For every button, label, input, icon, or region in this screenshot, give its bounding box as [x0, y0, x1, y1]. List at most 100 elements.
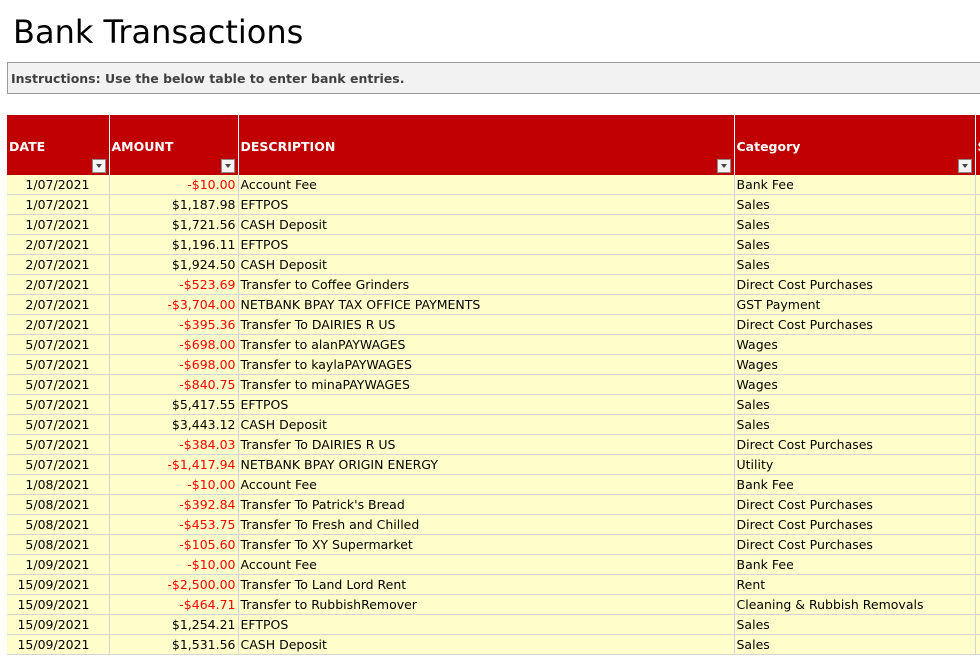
amount-cell[interactable]: $1,924.50 — [109, 254, 239, 275]
date-cell[interactable]: 5/07/2021 — [7, 394, 110, 415]
description-cell[interactable]: Transfer To DAIRIES R US — [238, 314, 735, 335]
date-cell[interactable]: 15/09/2021 — [7, 614, 110, 635]
description-cell[interactable]: Account Fee — [238, 175, 735, 195]
description-cell[interactable]: Transfer To Land Lord Rent — [238, 574, 735, 595]
amount-cell[interactable]: -$698.00 — [109, 334, 239, 355]
amount-cell[interactable]: -$523.69 — [109, 274, 239, 295]
extra-cell[interactable] — [975, 574, 980, 595]
description-cell[interactable]: EFTPOS — [238, 234, 735, 255]
extra-cell[interactable] — [975, 554, 980, 575]
amount-cell[interactable]: -$105.60 — [109, 534, 239, 555]
amount-cell[interactable]: $1,187.98 — [109, 194, 239, 215]
amount-cell[interactable]: -$392.84 — [109, 494, 239, 515]
extra-cell[interactable] — [975, 434, 980, 455]
description-cell[interactable]: CASH Deposit — [238, 634, 735, 655]
amount-cell[interactable]: -$10.00 — [109, 175, 239, 195]
description-cell[interactable]: NETBANK BPAY TAX OFFICE PAYMENTS — [238, 294, 735, 315]
extra-cell[interactable] — [975, 274, 980, 295]
amount-cell[interactable]: -$840.75 — [109, 374, 239, 395]
amount-cell[interactable]: $1,531.56 — [109, 634, 239, 655]
extra-cell[interactable] — [975, 254, 980, 275]
date-cell[interactable]: 2/07/2021 — [7, 294, 110, 315]
amount-cell[interactable]: -$395.36 — [109, 314, 239, 335]
extra-cell[interactable] — [975, 234, 980, 255]
date-cell[interactable]: 5/07/2021 — [7, 454, 110, 475]
extra-cell[interactable] — [975, 474, 980, 495]
description-cell[interactable]: Transfer to kaylaPAYWAGES — [238, 354, 735, 375]
date-cell[interactable]: 5/08/2021 — [7, 534, 110, 555]
filter-dropdown-icon[interactable] — [220, 159, 235, 173]
amount-cell[interactable]: -$10.00 — [109, 554, 239, 575]
category-cell[interactable]: Cleaning & Rubbish Removals — [734, 594, 976, 615]
filter-dropdown-icon[interactable] — [91, 159, 106, 173]
category-cell[interactable]: Bank Fee — [734, 175, 976, 195]
category-cell[interactable]: Direct Cost Purchases — [734, 494, 976, 515]
description-cell[interactable]: Transfer to RubbishRemover — [238, 594, 735, 615]
amount-cell[interactable]: -$2,500.00 — [109, 574, 239, 595]
extra-cell[interactable] — [975, 494, 980, 515]
date-cell[interactable]: 5/07/2021 — [7, 354, 110, 375]
category-cell[interactable]: Wages — [734, 334, 976, 355]
category-cell[interactable]: Direct Cost Purchases — [734, 514, 976, 535]
date-cell[interactable]: 2/07/2021 — [7, 234, 110, 255]
category-cell[interactable]: Sales — [734, 194, 976, 215]
extra-cell[interactable] — [975, 454, 980, 475]
extra-cell[interactable] — [975, 214, 980, 235]
description-cell[interactable]: EFTPOS — [238, 614, 735, 635]
description-cell[interactable]: Transfer To DAIRIES R US — [238, 434, 735, 455]
amount-cell[interactable]: -$464.71 — [109, 594, 239, 615]
description-cell[interactable]: Transfer to alanPAYWAGES — [238, 334, 735, 355]
date-cell[interactable]: 2/07/2021 — [7, 254, 110, 275]
amount-cell[interactable]: $5,417.55 — [109, 394, 239, 415]
date-cell[interactable]: 15/09/2021 — [7, 634, 110, 655]
date-cell[interactable]: 5/07/2021 — [7, 374, 110, 395]
category-cell[interactable]: Bank Fee — [734, 554, 976, 575]
date-cell[interactable]: 5/07/2021 — [7, 434, 110, 455]
amount-cell[interactable]: -$453.75 — [109, 514, 239, 535]
filter-dropdown-icon[interactable] — [957, 159, 972, 173]
amount-cell[interactable]: $1,196.11 — [109, 234, 239, 255]
date-cell[interactable]: 5/08/2021 — [7, 514, 110, 535]
extra-cell[interactable] — [975, 534, 980, 555]
description-cell[interactable]: Account Fee — [238, 474, 735, 495]
extra-cell[interactable] — [975, 374, 980, 395]
amount-cell[interactable]: -$384.03 — [109, 434, 239, 455]
filter-dropdown-icon[interactable] — [716, 159, 731, 173]
extra-cell[interactable] — [975, 394, 980, 415]
description-cell[interactable]: Transfer To XY Supermarket — [238, 534, 735, 555]
extra-cell[interactable] — [975, 414, 980, 435]
date-cell[interactable]: 15/09/2021 — [7, 594, 110, 615]
category-cell[interactable]: Direct Cost Purchases — [734, 534, 976, 555]
category-cell[interactable]: Wages — [734, 354, 976, 375]
extra-cell[interactable] — [975, 634, 980, 655]
amount-cell[interactable]: $1,721.56 — [109, 214, 239, 235]
extra-cell[interactable] — [975, 594, 980, 615]
description-cell[interactable]: CASH Deposit — [238, 414, 735, 435]
category-cell[interactable]: Sales — [734, 414, 976, 435]
description-cell[interactable]: Transfer To Fresh and Chilled — [238, 514, 735, 535]
description-cell[interactable]: Account Fee — [238, 554, 735, 575]
date-cell[interactable]: 1/08/2021 — [7, 474, 110, 495]
description-cell[interactable]: EFTPOS — [238, 194, 735, 215]
date-cell[interactable]: 5/08/2021 — [7, 494, 110, 515]
date-cell[interactable]: 5/07/2021 — [7, 334, 110, 355]
date-cell[interactable]: 1/07/2021 — [7, 175, 110, 195]
extra-cell[interactable] — [975, 294, 980, 315]
category-cell[interactable]: Sales — [734, 234, 976, 255]
extra-cell[interactable] — [975, 514, 980, 535]
description-cell[interactable]: Transfer to Coffee Grinders — [238, 274, 735, 295]
category-cell[interactable]: Sales — [734, 254, 976, 275]
date-cell[interactable]: 15/09/2021 — [7, 574, 110, 595]
extra-cell[interactable] — [975, 314, 980, 335]
category-cell[interactable]: Rent — [734, 574, 976, 595]
description-cell[interactable]: Transfer To Patrick's Bread — [238, 494, 735, 515]
description-cell[interactable]: NETBANK BPAY ORIGIN ENERGY — [238, 454, 735, 475]
date-cell[interactable]: 5/07/2021 — [7, 414, 110, 435]
category-cell[interactable]: GST Payment — [734, 294, 976, 315]
amount-cell[interactable]: -$1,417.94 — [109, 454, 239, 475]
amount-cell[interactable]: $3,443.12 — [109, 414, 239, 435]
extra-cell[interactable] — [975, 194, 980, 215]
category-cell[interactable]: Direct Cost Purchases — [734, 274, 976, 295]
category-cell[interactable]: Direct Cost Purchases — [734, 434, 976, 455]
amount-cell[interactable]: -$10.00 — [109, 474, 239, 495]
